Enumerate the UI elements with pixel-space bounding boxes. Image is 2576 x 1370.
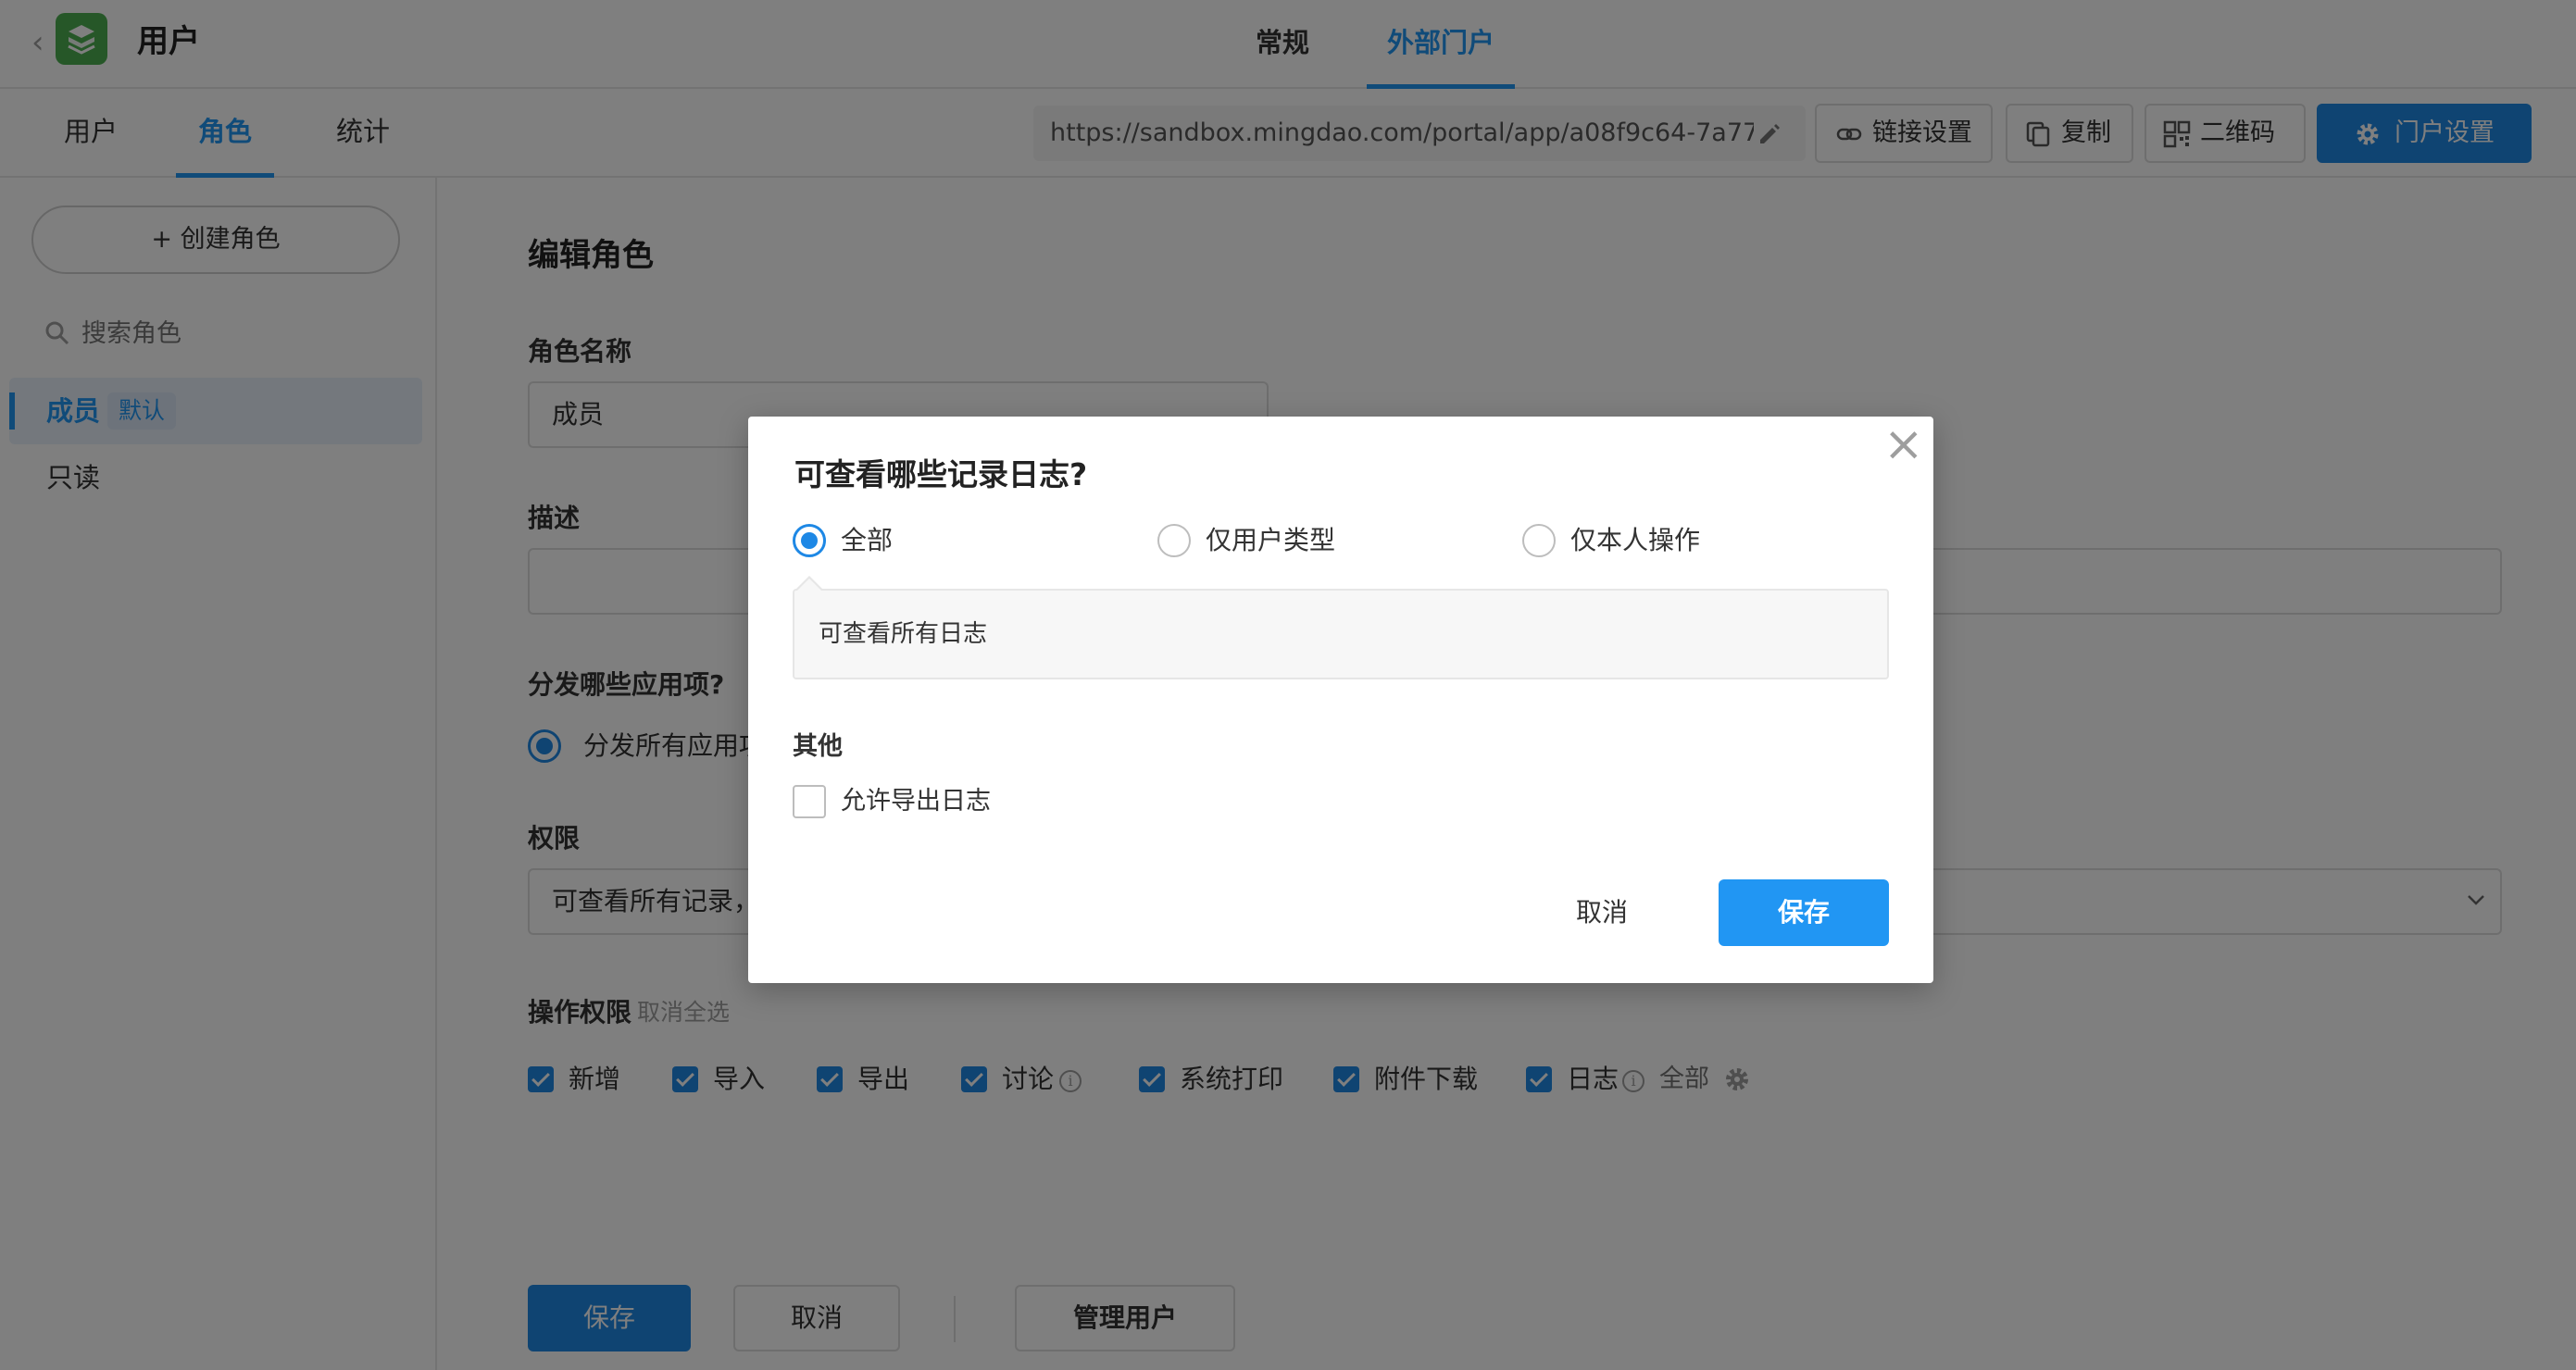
radio-label: 仅本人操作 bbox=[1570, 525, 1701, 555]
scope-description: 可查看所有日志 bbox=[819, 620, 988, 648]
dialog-cancel-button[interactable]: 取消 bbox=[1543, 879, 1661, 946]
other-section-label: 其他 bbox=[793, 732, 843, 761]
radio-selected[interactable] bbox=[793, 524, 826, 557]
allow-export-log-checkbox[interactable] bbox=[793, 785, 826, 818]
dialog-title: 可查看哪些记录日志? bbox=[794, 456, 1088, 492]
dialog-save-button[interactable]: 保存 bbox=[1719, 879, 1889, 946]
radio-label: 仅用户类型 bbox=[1206, 525, 1336, 555]
allow-export-log-label: 允许导出日志 bbox=[841, 787, 991, 816]
radio-unselected[interactable] bbox=[1157, 524, 1191, 557]
close-icon[interactable]: × bbox=[1883, 420, 1924, 468]
radio-label: 全部 bbox=[841, 525, 894, 555]
radio-unselected[interactable] bbox=[1522, 524, 1556, 557]
